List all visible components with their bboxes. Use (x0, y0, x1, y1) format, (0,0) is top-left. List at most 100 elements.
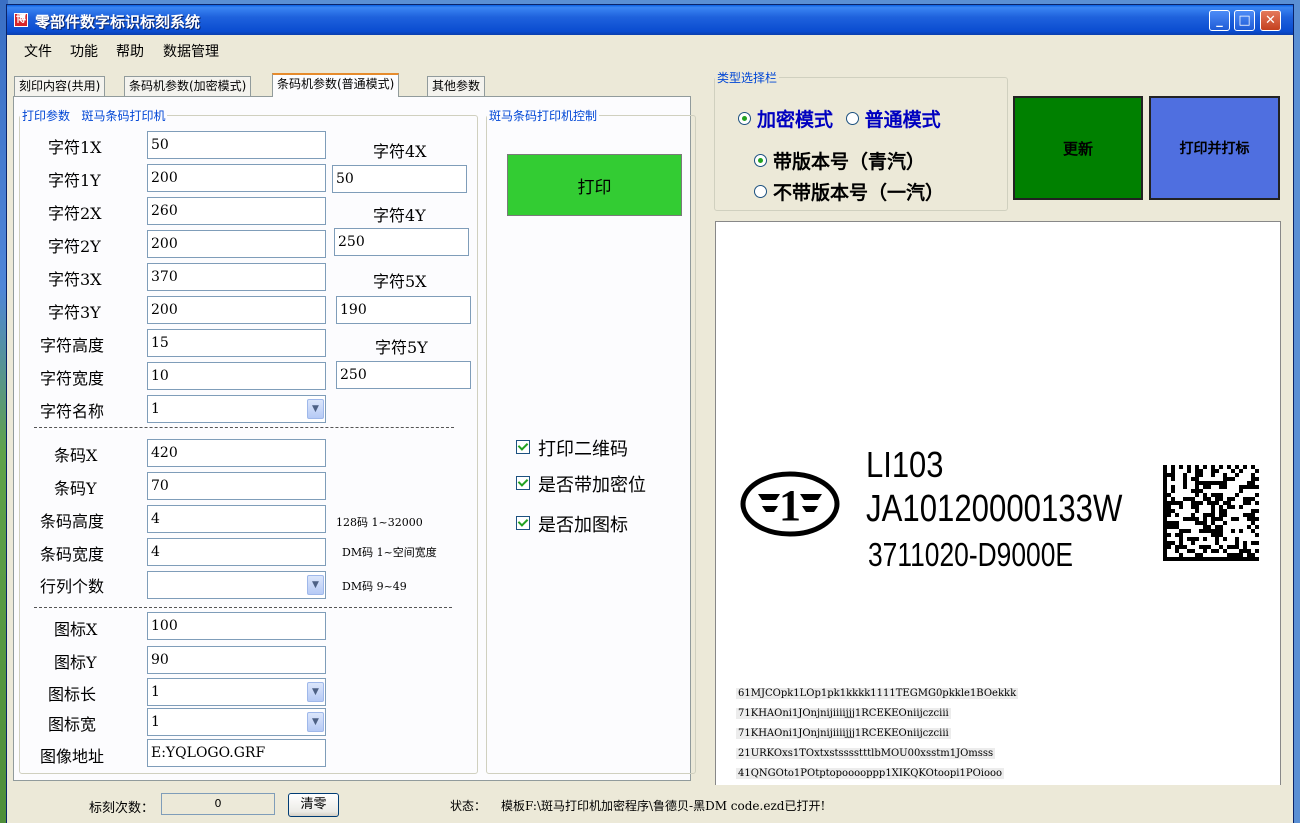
divider (34, 607, 452, 608)
icon-y-input[interactable]: 90 (147, 646, 326, 674)
char1y-input[interactable]: 200 (147, 164, 326, 192)
char2x-input[interactable]: 260 (147, 197, 326, 225)
char5x-input[interactable]: 190 (336, 296, 471, 324)
icon-length-label: 图标长 (48, 685, 97, 704)
radio-selected-icon (738, 112, 751, 125)
checkbox-checked-icon (516, 476, 530, 490)
with-version-radio[interactable]: 带版本号（青汽） (754, 147, 925, 174)
maximize-icon: □ (1238, 13, 1251, 28)
chevron-down-icon[interactable]: ▼ (307, 682, 324, 702)
menu-bar: 文件 功能 帮助 数据管理 (7, 35, 1293, 63)
char5y-input[interactable]: 250 (336, 361, 471, 389)
tab-panel: 打印参数 斑马条码打印机 字符1X 50 字符1Y 200 字符2X 260 字… (13, 96, 696, 781)
print-button[interactable]: 打印 (507, 154, 682, 216)
char5x-label: 字符5X (373, 272, 427, 291)
char3x-input[interactable]: 370 (147, 263, 326, 291)
menu-function[interactable]: 功能 (70, 41, 98, 61)
char2x-label: 字符2X (48, 204, 102, 223)
add-icon-checkbox[interactable]: 是否加图标 (516, 511, 628, 537)
without-version-label: 不带版本号（一汽） (773, 182, 945, 204)
icon-x-label: 图标X (54, 620, 98, 639)
encrypt-bit-label: 是否带加密位 (538, 475, 646, 496)
svg-text:1: 1 (779, 481, 801, 530)
code-line: 21URKOxs1TOxtxstsssstttlbMOU00xsstm1JOms… (736, 748, 996, 759)
barcode-height-label: 条码高度 (40, 512, 105, 531)
char3y-input[interactable]: 200 (147, 296, 326, 324)
radio-selected-icon (754, 154, 767, 167)
char2y-input[interactable]: 200 (147, 230, 326, 258)
encrypt-bit-checkbox[interactable]: 是否带加密位 (516, 471, 646, 497)
barcode-height-input[interactable]: 4 (147, 505, 326, 533)
tab-barcode-encrypt[interactable]: 条码机参数(加密模式) (124, 76, 252, 96)
label-line-3: 3711020-D9000E (868, 536, 1074, 573)
close-icon: ✕ (1265, 13, 1276, 28)
checkbox-checked-icon (516, 516, 530, 530)
icon-x-input[interactable]: 100 (147, 612, 326, 640)
icon-width-select[interactable]: 1 ▼ (147, 708, 326, 736)
update-button[interactable]: 更新 (1013, 96, 1143, 200)
char-name-select[interactable]: 1 ▼ (147, 395, 326, 423)
label-line-1: LI103 (866, 444, 944, 485)
encrypt-mode-radio[interactable]: 加密模式 (738, 109, 833, 131)
print-qrcode-checkbox[interactable]: 打印二维码 (516, 435, 628, 461)
minimize-icon: _ (1216, 13, 1223, 28)
char-name-value: 1 (151, 401, 160, 417)
faw-logo-icon: 1 (740, 471, 840, 537)
row-col-select[interactable]: ▼ (147, 571, 326, 599)
char-width-label: 字符宽度 (40, 369, 105, 388)
print-params-legend: 打印参数 (22, 109, 71, 123)
maximize-button[interactable]: □ (1234, 10, 1255, 31)
window-title: 零部件数字标识标刻系统 (35, 13, 201, 31)
menu-help[interactable]: 帮助 (116, 41, 144, 61)
close-button[interactable]: ✕ (1260, 10, 1281, 31)
barcode-height-hint: 128码 1~32000 (336, 516, 423, 529)
mark-count-label: 标刻次数： (89, 801, 155, 816)
mark-count-field: 0 (161, 793, 275, 815)
image-path-input[interactable]: E:YQLOGO.GRF (147, 739, 326, 767)
char4y-input[interactable]: 250 (334, 228, 469, 256)
tab-barcode-normal[interactable]: 条码机参数(普通模式) (272, 73, 400, 97)
char-height-input[interactable]: 15 (147, 329, 326, 357)
type-select-legend: 类型选择栏 (717, 71, 778, 85)
char1x-label: 字符1X (48, 138, 102, 157)
chevron-down-icon[interactable]: ▼ (307, 399, 324, 419)
label-line-2: JA10120000133W (866, 488, 1123, 530)
char1x-input[interactable]: 50 (147, 131, 326, 159)
barcode-x-input[interactable]: 420 (147, 439, 326, 467)
menu-file[interactable]: 文件 (24, 41, 52, 61)
menu-data-management[interactable]: 数据管理 (163, 41, 219, 61)
code-line: 71KHAOni1JOnjnijiiiijjj1RCEKEOniijczciii (736, 728, 951, 739)
minimize-button[interactable]: _ (1209, 10, 1230, 31)
icon-length-select[interactable]: 1 ▼ (147, 678, 326, 706)
char3x-label: 字符3X (48, 270, 102, 289)
barcode-width-input[interactable]: 4 (147, 538, 326, 566)
normal-mode-label: 普通模式 (864, 109, 941, 131)
icon-width-label: 图标宽 (48, 715, 97, 734)
tab-other-params[interactable]: 其他参数 (427, 76, 486, 96)
app-icon: 博 (14, 13, 28, 27)
code-line: 41QNGOto1POtptopooooppp1XIKQKOtoopi1POio… (736, 768, 1005, 779)
clear-button[interactable]: 清零 (288, 793, 339, 817)
normal-mode-radio[interactable]: 普通模式 (845, 109, 941, 131)
tab-engrave-content[interactable]: 刻印内容(共用) (14, 76, 106, 96)
title-bar[interactable]: 博 零部件数字标识标刻系统 _ □ ✕ (7, 5, 1293, 35)
status-text: 模板F:\斑马打印机加密程序\鲁德贝-黑DM code.ezd已打开! (501, 799, 826, 813)
chevron-down-icon[interactable]: ▼ (307, 712, 324, 732)
print-and-mark-button[interactable]: 打印并打标 (1149, 96, 1280, 200)
barcode-width-hint: DM码 1~空间宽度 (342, 546, 437, 559)
chevron-down-icon[interactable]: ▼ (307, 575, 324, 595)
char3y-label: 字符3Y (48, 303, 101, 322)
char1y-label: 字符1Y (48, 171, 101, 190)
status-bar: 标刻次数： 0 清零 状态： 模板F:\斑马打印机加密程序\鲁德贝-黑DM co… (7, 785, 1293, 823)
icon-width-value: 1 (151, 714, 160, 730)
barcode-y-input[interactable]: 70 (147, 472, 326, 500)
char-height-label: 字符高度 (40, 336, 105, 355)
char4x-input[interactable]: 50 (332, 165, 467, 193)
code-line: 61MJCOpk1LOp1pk1kkkk1111TEGMG0pkkle1BOek… (736, 688, 1019, 699)
char4x-label: 字符4X (373, 142, 427, 161)
without-version-radio[interactable]: 不带版本号（一汽） (754, 178, 944, 205)
barcode-x-label: 条码X (54, 446, 98, 465)
status-label: 状态： (450, 799, 487, 813)
image-path-label: 图像地址 (40, 747, 105, 766)
char-width-input[interactable]: 10 (147, 362, 326, 390)
